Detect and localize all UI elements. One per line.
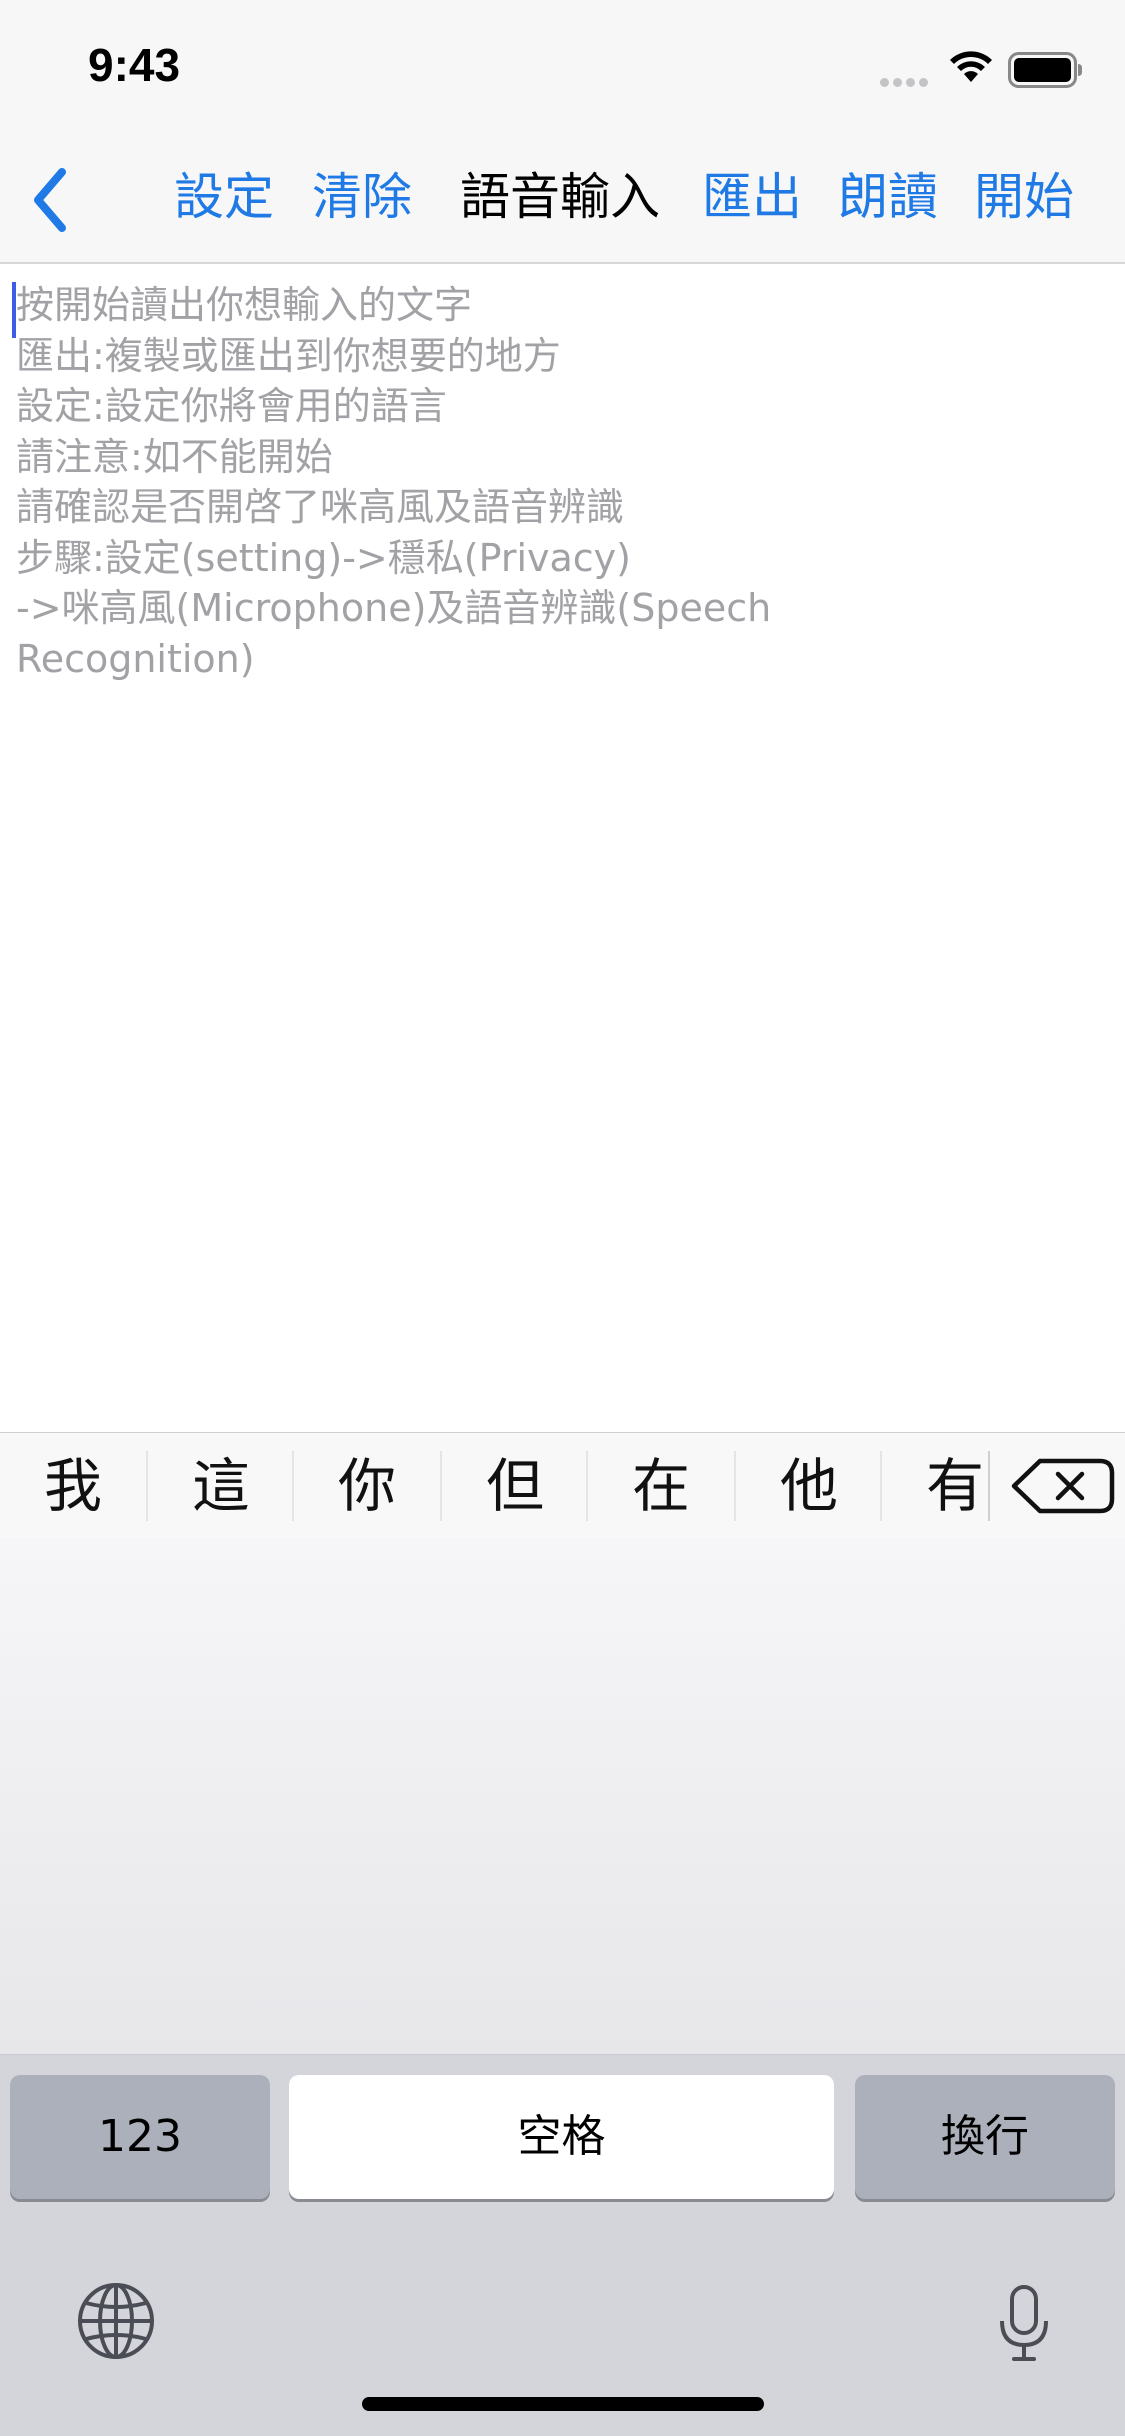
home-indicator[interactable] [362,2397,764,2411]
status-bar: 9:43 [0,0,1125,132]
keyboard: 123 空格 換行 [0,2054,1125,2436]
return-key[interactable]: 換行 [855,2075,1115,2199]
wifi-icon [950,51,992,82]
text-editor[interactable]: 按開始讀出你想輸入的文字 匯出:複製或匯出到你想要的地方 設定:設定你將會用的語… [0,264,1125,1432]
backspace-icon[interactable] [1000,1455,1120,1517]
placeholder-line: 請確認是否開啓了咪高風及語音辨識 [16,485,625,529]
clear-button[interactable]: 清除 [312,162,412,232]
candidate-word[interactable]: 這 [148,1433,294,1539]
settings-button[interactable]: 設定 [174,162,274,232]
candidate-word[interactable]: 但 [442,1433,588,1539]
placeholder-line: ->咪高風(Microphone)及語音辨識(Speech Recognitio… [16,586,772,681]
read-aloud-button[interactable]: 朗讀 [838,162,938,232]
start-button[interactable]: 開始 [974,162,1074,232]
placeholder-line: 請注意:如不能開始 [16,434,333,479]
keyboard-panel [0,1538,1125,2054]
space-key-label: 空格 [517,2111,606,2162]
candidate-word[interactable]: 在 [588,1433,734,1539]
numbers-key[interactable]: 123 [10,2075,270,2199]
candidate-divider [988,1451,990,1521]
signal-dots-icon [880,72,940,87]
placeholder-line: 按開始讀出你想輸入的文字 [16,283,473,327]
navigation-bar: 設定 清除 語音輸入 匯出 朗讀 開始 [0,132,1125,264]
candidate-bar: 我 這 你 但 在 他 有 [0,1432,1125,1539]
space-key[interactable]: 空格 [289,2075,834,2199]
return-key-label: 換行 [941,2111,1029,2162]
candidate-word[interactable]: 我 [0,1433,146,1539]
export-button[interactable]: 匯出 [702,162,802,232]
globe-icon[interactable] [76,2281,156,2361]
chevron-left-icon[interactable] [22,160,82,240]
candidate-word[interactable]: 他 [736,1433,882,1539]
placeholder-line: 設定:設定你將會用的語言 [16,384,447,428]
placeholder-line: 匯出:複製或匯出到你想要的地方 [16,333,561,378]
microphone-icon[interactable] [996,2283,1052,2365]
numbers-key-label: 123 [98,2111,182,2162]
battery-icon [1008,52,1082,88]
placeholder-text: 按開始讀出你想輸入的文字 匯出:複製或匯出到你想要的地方 設定:設定你將會用的語… [16,280,876,684]
screen: 9:43 設定 清除 語音輸入 匯出 朗讀 開始 按開始讀出你想輸入的文字 匯出… [0,0,1125,2436]
page-title: 語音輸入 [460,168,660,226]
placeholder-line: 步驟:設定(setting)->穩私(Privacy) [16,535,631,580]
candidate-word[interactable]: 你 [294,1433,440,1539]
status-time: 9:43 [88,39,181,91]
